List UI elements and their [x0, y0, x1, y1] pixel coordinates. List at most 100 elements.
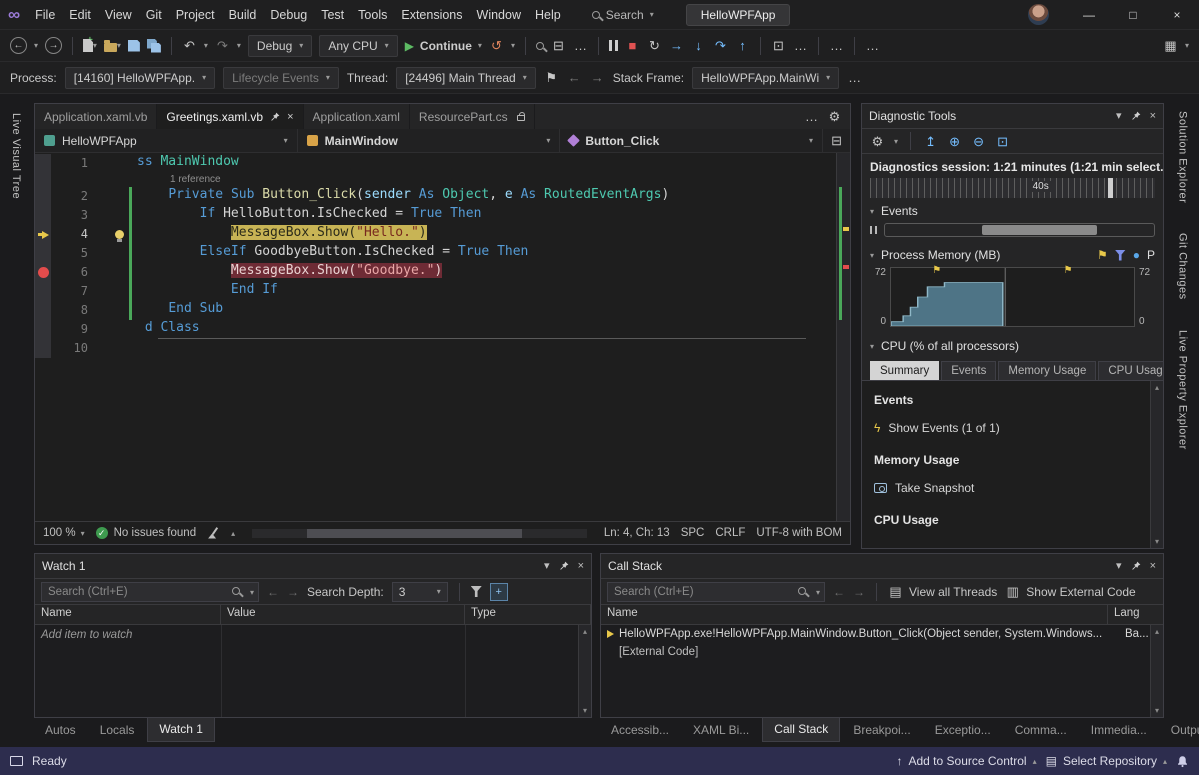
- editor-vertical-scrollbar[interactable]: [836, 153, 850, 521]
- snapshot-marker-icon[interactable]: ⚑: [1064, 265, 1073, 276]
- watch-scrollbar[interactable]: ▴▾: [578, 625, 591, 717]
- visual-studio-logo-icon[interactable]: ∞: [8, 5, 20, 25]
- timeline-ruler[interactable]: 40s: [870, 178, 1155, 198]
- tab-git-changes[interactable]: Git Changes: [1177, 233, 1189, 300]
- breakpoint-icon[interactable]: [38, 267, 49, 278]
- filter-watch-icon[interactable]: [471, 586, 482, 597]
- code-cleanup-icon[interactable]: [207, 527, 220, 540]
- menu-file[interactable]: File: [28, 8, 62, 22]
- solution-platforms-dropdown[interactable]: Any CPU▾: [319, 35, 397, 57]
- select-repository-button[interactable]: ▤ Select Repository ▴: [1046, 754, 1167, 768]
- tab-memory-usage[interactable]: Memory Usage: [998, 361, 1096, 381]
- feedback-icon[interactable]: [10, 756, 23, 766]
- close-icon[interactable]: ×: [1150, 561, 1156, 572]
- filter-icon[interactable]: [1115, 250, 1126, 261]
- thread-dropdown[interactable]: [24496] Main Thread▾: [396, 67, 536, 89]
- breakpoint-margin[interactable]: [35, 263, 51, 282]
- stack-frame-row[interactable]: [External Code]: [601, 643, 1163, 661]
- overflow-2-icon[interactable]: …: [865, 39, 880, 52]
- search-box[interactable]: Search ▾: [582, 6, 664, 24]
- tabbar-gear-icon[interactable]: ⚙: [827, 110, 842, 123]
- member-dropdown[interactable]: Button_Click▾: [560, 129, 823, 152]
- summary-scrollbar[interactable]: ▴▾: [1150, 381, 1163, 548]
- view-all-threads-button[interactable]: ▤View all Threads: [888, 585, 997, 599]
- collapse-icon[interactable]: ▾: [870, 342, 874, 351]
- events-swimlane[interactable]: [884, 223, 1155, 237]
- memory-section-header[interactable]: ▾ Process Memory (MB) ⚑ ● P: [862, 242, 1163, 265]
- pin-icon[interactable]: [1131, 561, 1141, 571]
- hscrollbar-thumb[interactable]: [307, 529, 522, 538]
- overflow-1-icon[interactable]: …: [829, 39, 844, 52]
- open-file-button[interactable]: ▾: [104, 40, 121, 52]
- tabbar-overflow-icon[interactable]: …: [804, 110, 819, 123]
- zoom-in-icon[interactable]: ⊕: [947, 135, 962, 148]
- menu-test[interactable]: Test: [314, 8, 351, 22]
- close-tab-icon[interactable]: ×: [287, 111, 293, 123]
- step-out-icon[interactable]: ↑: [735, 39, 750, 52]
- show-next-statement-icon[interactable]: →: [669, 39, 684, 52]
- cpu-section-header[interactable]: ▾ CPU (% of all processors): [862, 333, 1163, 356]
- chevron-down-icon[interactable]: ▾: [250, 588, 254, 597]
- zoom-out-icon[interactable]: ⊖: [971, 135, 986, 148]
- search-prev-icon[interactable]: ←: [833, 585, 845, 599]
- expand-status-icon[interactable]: ▴: [231, 529, 235, 538]
- close-button[interactable]: ×: [1155, 0, 1199, 29]
- window-menu-icon[interactable]: ▾: [1116, 111, 1122, 122]
- new-file-button[interactable]: +▾: [83, 39, 97, 52]
- navigate-back-icon[interactable]: ←: [10, 37, 27, 54]
- prev-thread-icon[interactable]: ←: [567, 71, 582, 84]
- save-all-button[interactable]: [147, 39, 161, 53]
- menu-debug[interactable]: Debug: [263, 8, 314, 22]
- snapshot-marker-icon[interactable]: ⚑: [932, 265, 941, 276]
- tab-watch-1[interactable]: Watch 1: [147, 718, 215, 742]
- window-menu-icon[interactable]: ▾: [1116, 561, 1122, 572]
- lifecycle-events-dropdown[interactable]: Lifecycle Events▾: [223, 67, 339, 89]
- encoding-indicator[interactable]: UTF-8 with BOM: [756, 527, 842, 539]
- tab-cpu-usage[interactable]: CPU Usage: [1098, 361, 1164, 381]
- tab-accessibility[interactable]: Accessib...: [600, 718, 680, 742]
- stack-frame-row[interactable]: HelloWPFApp.exe!HelloWPFApp.MainWindow.B…: [601, 625, 1163, 643]
- search-prev-icon[interactable]: ←: [267, 585, 279, 599]
- back-chevron-icon[interactable]: ▾: [34, 41, 38, 50]
- events-range[interactable]: [982, 225, 1098, 235]
- tab-live-visual-tree[interactable]: Live Visual Tree: [10, 113, 22, 199]
- export-icon[interactable]: ↥: [923, 135, 938, 148]
- close-icon[interactable]: ×: [1150, 111, 1156, 122]
- tab-immediate[interactable]: Immedia...: [1080, 718, 1158, 742]
- pin-icon[interactable]: [270, 112, 280, 122]
- column-lang[interactable]: Lang: [1108, 605, 1163, 624]
- menu-extensions[interactable]: Extensions: [394, 8, 469, 22]
- browser-link-icon[interactable]: ⊟: [551, 39, 566, 52]
- type-dropdown[interactable]: MainWindow▾: [298, 129, 561, 152]
- solution-configurations-dropdown[interactable]: Debug▾: [248, 35, 312, 57]
- tab-events[interactable]: Events: [941, 361, 996, 381]
- issues-indicator[interactable]: ✓No issues found: [96, 527, 196, 539]
- editor-horizontal-scrollbar[interactable]: [252, 529, 587, 538]
- tab-greetings-xaml-vb[interactable]: Greetings.xaml.vb ×: [157, 104, 303, 129]
- code-editor[interactable]: 1ss MainWindow 1 reference 2 Private Sub…: [35, 153, 850, 521]
- save-button[interactable]: [128, 40, 140, 52]
- search-next-icon[interactable]: →: [287, 585, 299, 599]
- settings-gear-icon[interactable]: ⚙: [870, 135, 885, 148]
- notifications-bell-icon[interactable]: [1176, 755, 1189, 768]
- debug-overflow-icon[interactable]: …: [793, 39, 808, 52]
- reset-view-icon[interactable]: ⊡: [995, 135, 1010, 148]
- search-depth-dropdown[interactable]: 3▾: [392, 582, 448, 602]
- watch-grid-body[interactable]: Add item to watch ▴▾: [35, 625, 591, 717]
- show-external-code-button[interactable]: ▥Show External Code: [1005, 585, 1135, 599]
- call-stack-search-input[interactable]: [607, 582, 825, 602]
- menu-help[interactable]: Help: [528, 8, 568, 22]
- menu-project[interactable]: Project: [169, 8, 222, 22]
- pin-icon[interactable]: [1131, 111, 1141, 121]
- debugbar-overflow-icon[interactable]: …: [847, 71, 862, 84]
- call-stack-body[interactable]: HelloWPFApp.exe!HelloWPFApp.MainWindow.B…: [601, 625, 1163, 717]
- tab-application-xaml[interactable]: Application.xaml: [304, 104, 410, 129]
- stop-debugging-icon[interactable]: ■: [625, 39, 640, 52]
- next-thread-icon[interactable]: →: [590, 71, 605, 84]
- user-avatar[interactable]: [1028, 4, 1049, 25]
- tab-output[interactable]: Output: [1160, 718, 1199, 742]
- add-to-source-control-button[interactable]: ↑ Add to Source Control ▴: [897, 754, 1037, 768]
- tab-xaml-binding[interactable]: XAML Bi...: [682, 718, 760, 742]
- restart-icon[interactable]: ↻: [647, 39, 662, 52]
- menu-git[interactable]: Git: [139, 8, 169, 22]
